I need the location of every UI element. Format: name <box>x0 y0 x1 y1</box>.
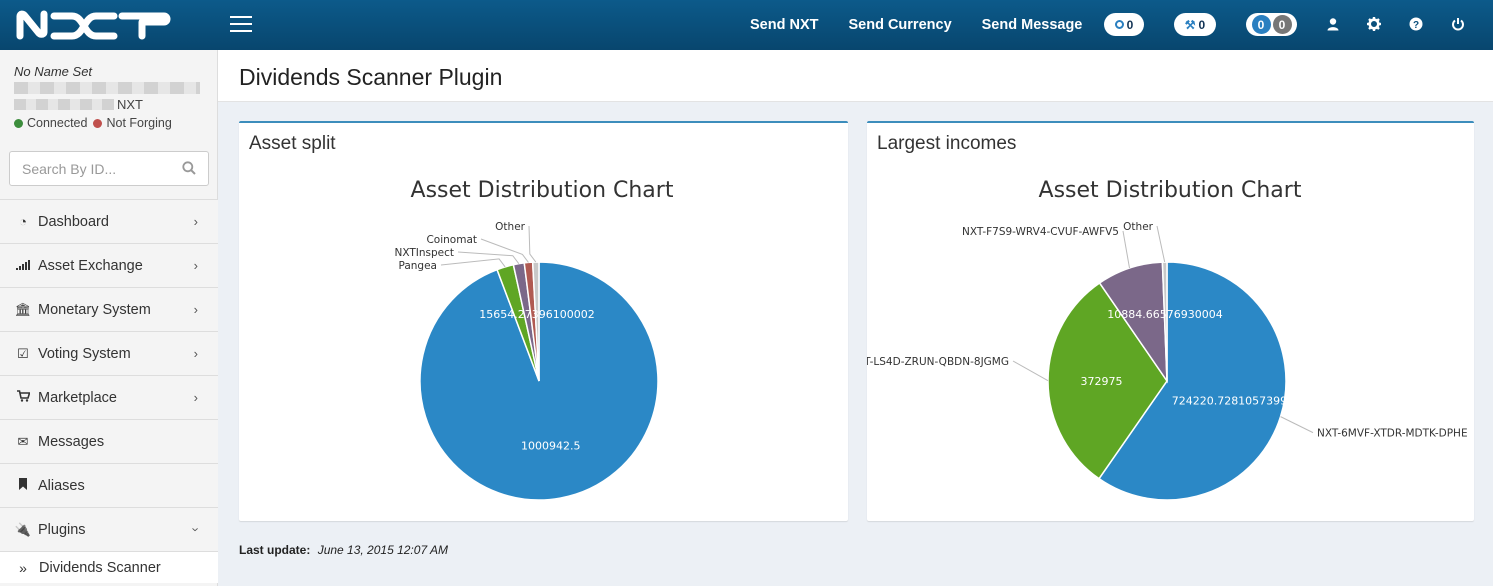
chevron-right-icon: › <box>193 390 198 405</box>
account-info: No Name Set NXT Connected Not Forging <box>0 50 217 130</box>
slice-category-label: NXT-F7S9-WRV4-CVUF-AWFV5 <box>962 226 1119 238</box>
unconfirmed-count: 0 <box>1251 15 1271 34</box>
slice-category-label: Other <box>1123 221 1153 233</box>
gavel-icon: ⚒ <box>1184 17 1196 32</box>
send-nxt-link[interactable]: Send NXT <box>750 17 818 33</box>
account-name: No Name Set <box>14 64 93 79</box>
redacted-account-id <box>14 82 200 94</box>
double-chevron-icon: » <box>19 559 27 576</box>
svg-text:?: ? <box>1413 20 1419 31</box>
largest-incomes-chart: Asset Distribution Chart 724220.728105739… <box>867 178 1468 501</box>
redacted-balance <box>14 98 114 110</box>
chevron-right-icon: › <box>193 214 198 229</box>
leader-line <box>1122 230 1130 269</box>
menu-toggle-icon[interactable] <box>230 16 252 34</box>
search-icon[interactable] <box>182 161 196 175</box>
leader-line <box>1280 416 1314 434</box>
sidebar-item-voting-system[interactable]: ☑ Voting System › <box>0 331 218 375</box>
last-update: Last update: June 13, 2015 12:07 AM <box>239 543 448 557</box>
sidebar-item-marketplace[interactable]: Marketplace › <box>0 375 218 419</box>
circle-icon <box>1114 20 1124 29</box>
leader-line <box>528 225 537 263</box>
nxt-logo[interactable] <box>14 8 174 42</box>
slice-category-label: NXTInspect <box>394 247 454 259</box>
leader-line <box>440 258 506 268</box>
checkbox-icon: ☑ <box>17 345 29 361</box>
slice-category-label: Other <box>495 221 525 233</box>
slice-category-label: NXT-LS4D-ZRUN-QBDN-8JGMG <box>867 356 1009 368</box>
peers-badge[interactable]: ⚒ 0 <box>1174 13 1216 36</box>
main-content: Dividends Scanner Plugin Asset Distribut… <box>218 50 1493 586</box>
slice-value-label: 372975 <box>1081 375 1123 388</box>
user-icon[interactable] <box>1325 17 1341 33</box>
search-input[interactable] <box>10 152 170 185</box>
bookmark-icon <box>14 478 32 493</box>
chart-title: Asset Distribution Chart <box>411 178 674 203</box>
overlapping-value-label: 15654.27396100002 <box>479 308 594 321</box>
sidebar: No Name Set NXT Connected Not Forging ◔ … <box>0 50 218 586</box>
help-icon[interactable]: ? <box>1408 17 1424 33</box>
panel-title: Asset split <box>249 133 336 154</box>
slice-category-label: Pangea <box>398 260 437 272</box>
chevron-down-icon: › <box>188 527 204 532</box>
sidebar-item-messages[interactable]: ✉ Messages <box>0 419 218 463</box>
forging-indicator-icon <box>93 118 103 128</box>
blocks-badge[interactable]: 0 <box>1104 13 1144 36</box>
chevron-right-icon: › <box>193 302 198 317</box>
balance-unit: NXT <box>117 96 143 112</box>
sidebar-item-aliases[interactable]: Aliases <box>0 463 218 507</box>
node-status: Connected Not Forging <box>14 116 203 130</box>
last-update-value: June 13, 2015 12:07 AM <box>317 543 449 557</box>
top-header: Send NXT Send Currency Send Message 0 ⚒ 0… <box>0 0 1493 50</box>
power-icon[interactable] <box>1450 17 1466 33</box>
panel-title: Largest incomes <box>877 133 1017 154</box>
search-box <box>9 151 209 186</box>
overlapping-value-label: 10884.66576930004 <box>1107 308 1222 321</box>
slice-value-label: 1000942.5 <box>521 439 581 452</box>
slice-category-label: Coinomat <box>426 234 477 246</box>
bank-icon: 🏛 <box>14 301 32 317</box>
sidebar-item-monetary-system[interactable]: 🏛 Monetary System › <box>0 287 218 331</box>
page-title: Dividends Scanner Plugin <box>218 50 1493 102</box>
slice-value-label: 724220.7281057399 <box>1172 395 1287 408</box>
sidebar-item-dashboard[interactable]: ◔ Dashboard › <box>0 199 218 243</box>
envelope-icon: ✉ <box>17 433 29 449</box>
send-message-link[interactable]: Send Message <box>982 17 1083 33</box>
cart-icon <box>14 390 32 405</box>
signal-icon <box>14 258 32 273</box>
forging-label: Not Forging <box>106 116 172 130</box>
asset-split-chart: Asset Distribution Chart 1000942.5 15654.2… <box>394 178 674 501</box>
top-nav: Send NXT Send Currency Send Message <box>750 0 1112 50</box>
sidebar-item-plugins[interactable]: 🔌 Plugins › <box>0 507 218 551</box>
transactions-badge[interactable]: 0 0 <box>1246 13 1297 36</box>
chevron-right-icon: › <box>193 346 198 361</box>
leader-line <box>1156 225 1166 263</box>
send-currency-link[interactable]: Send Currency <box>848 17 951 33</box>
pending-count: 0 <box>1272 15 1292 34</box>
largest-incomes-panel: Asset Distribution Chart 724220.728105739… <box>867 121 1474 521</box>
plug-icon: 🔌 <box>14 521 32 537</box>
sidebar-item-dividends-scanner[interactable]: » Dividends Scanner <box>0 551 218 583</box>
slice-category-label: NXT-6MVF-XTDR-MDTK-DPHE <box>1317 428 1468 440</box>
chart-title: Asset Distribution Chart <box>1039 178 1302 203</box>
sidebar-menu: ◔ Dashboard › Asset Exchange › 🏛 Monetar… <box>0 199 218 583</box>
leader-line <box>480 238 529 263</box>
leader-line <box>1012 360 1049 382</box>
connected-label: Connected <box>27 116 88 130</box>
gear-icon[interactable] <box>1366 17 1382 33</box>
chevron-right-icon: › <box>193 258 198 273</box>
last-update-label: Last update: <box>239 543 311 557</box>
sidebar-item-asset-exchange[interactable]: Asset Exchange › <box>0 243 218 287</box>
dashboard-icon: ◔ <box>19 214 27 229</box>
connected-indicator-icon <box>14 118 23 128</box>
asset-split-panel: Asset Distribution Chart 1000942.5 15654.2… <box>239 121 848 521</box>
